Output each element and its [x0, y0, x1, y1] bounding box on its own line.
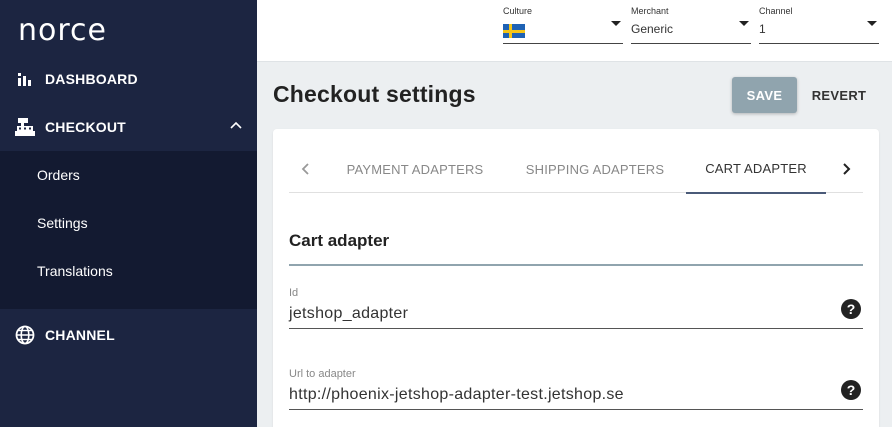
- url-field[interactable]: Url to adapter http://phoenix-jetshop-ad…: [289, 368, 863, 410]
- section-divider: [289, 264, 863, 266]
- culture-select[interactable]: Culture: [503, 6, 623, 44]
- norce-logo[interactable]: norce: [18, 16, 107, 46]
- merchant-caption: Merchant: [631, 6, 669, 16]
- sidebar-item-dashboard[interactable]: DASHBOARD: [0, 55, 257, 103]
- tab-payment-adapters[interactable]: PAYMENT ADAPTERS: [339, 145, 491, 193]
- settings-card: PAYMENT ADAPTERS SHIPPING ADAPTERS CART …: [273, 129, 879, 427]
- help-icon[interactable]: ?: [841, 299, 861, 319]
- channel-caption: Channel: [759, 6, 793, 16]
- url-field-value: http://phoenix-jetshop-adapter-test.jets…: [289, 386, 624, 403]
- globe-icon: [15, 325, 35, 345]
- sidebar-subitem-translations[interactable]: Translations: [37, 261, 113, 281]
- revert-button[interactable]: REVERT: [808, 77, 870, 113]
- sidebar-subitem-orders[interactable]: Orders: [37, 165, 80, 185]
- sidebar-item-label: CHECKOUT: [45, 119, 126, 135]
- sidebar-item-checkout[interactable]: CHECKOUT: [0, 103, 257, 151]
- save-button[interactable]: SAVE: [732, 77, 797, 113]
- checkout-submenu: Orders Settings Translations: [0, 151, 257, 309]
- culture-caption: Culture: [503, 6, 533, 16]
- dropdown-arrow-icon: [867, 21, 877, 26]
- chevron-up-icon[interactable]: [229, 119, 243, 133]
- channel-value: 1: [759, 22, 766, 36]
- merchant-select[interactable]: Merchant Generic: [631, 6, 751, 44]
- tab-shipping-adapters[interactable]: SHIPPING ADAPTERS: [515, 145, 675, 193]
- sidebar-item-label: DASHBOARD: [45, 71, 138, 87]
- sidebar-subitem-settings[interactable]: Settings: [37, 213, 88, 233]
- id-field-label: Id: [289, 287, 299, 299]
- tab-scroll-left-icon[interactable]: [289, 145, 323, 193]
- dropdown-arrow-icon: [611, 21, 621, 26]
- section-title: Cart adapter: [289, 231, 390, 250]
- bar-chart-icon: [15, 69, 35, 89]
- url-field-label: Url to adapter: [289, 368, 356, 380]
- sidebar-item-channel[interactable]: CHANNEL: [0, 311, 257, 359]
- id-field-value: jetshop_adapter: [289, 305, 409, 322]
- tab-cart-adapter[interactable]: CART ADAPTER: [686, 145, 826, 194]
- cash-register-icon: [15, 117, 35, 137]
- tab-bar: PAYMENT ADAPTERS SHIPPING ADAPTERS CART …: [289, 145, 863, 194]
- help-icon[interactable]: ?: [841, 380, 861, 400]
- dropdown-arrow-icon: [739, 21, 749, 26]
- tab-scroll-right-icon[interactable]: [829, 145, 863, 193]
- top-bar: Culture Merchant Generic Channel 1: [257, 0, 892, 62]
- id-field[interactable]: Id jetshop_adapter ?: [289, 287, 863, 329]
- sidebar-item-label: CHANNEL: [45, 327, 115, 343]
- sidebar: norce DASHBOARD CHECKOUT Orders Settings…: [0, 0, 257, 427]
- merchant-value: Generic: [631, 22, 674, 36]
- sweden-flag-icon: [503, 24, 525, 38]
- channel-select[interactable]: Channel 1: [759, 6, 879, 44]
- page-title: Checkout settings: [273, 81, 476, 107]
